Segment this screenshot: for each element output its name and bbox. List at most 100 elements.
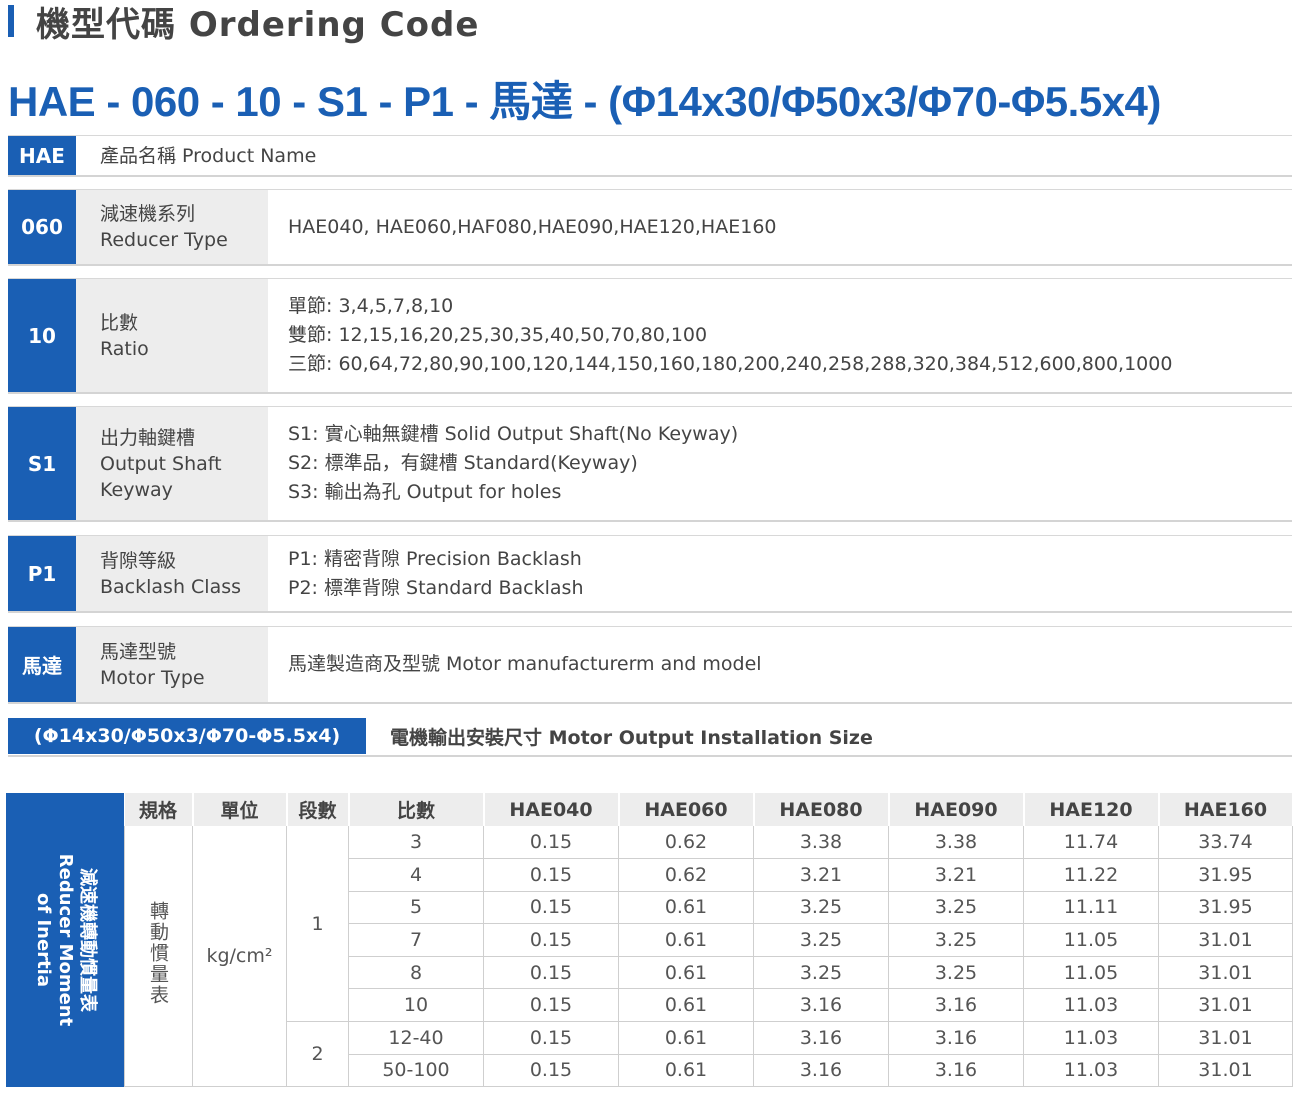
row-label: 比數 Ratio	[76, 279, 268, 392]
table-cell: 0.15	[483, 826, 619, 860]
table-cell: 11.03	[1023, 1054, 1159, 1088]
row-label-line: Ratio	[100, 337, 149, 360]
table-cell: 3.21	[888, 858, 1024, 892]
table-cell: 12-40	[348, 1021, 484, 1055]
row-description: HAE040, HAE060,HAF080,HAE090,HAE120,HAE1…	[268, 190, 1292, 264]
code-row-product-name: HAE 產品名稱 Product Name	[8, 135, 1292, 177]
row-desc-line: 三節: 60,64,72,80,90,100,120,144,150,160,1…	[288, 353, 1173, 375]
row-label-line: Backlash Class	[100, 575, 242, 598]
row-label-line: Reducer Type	[100, 229, 228, 251]
row-desc-line: S1: 實心軸無鍵槽 Solid Output Shaft(No Keyway)	[288, 423, 739, 445]
row-desc-line: 馬達製造商及型號 Motor manufacturerm and model	[288, 653, 762, 675]
table-cell: 0.15	[483, 1021, 619, 1055]
table-cell: 0.61	[618, 923, 754, 957]
table-cell: 11.03	[1023, 988, 1159, 1023]
table-cell: 31.95	[1158, 858, 1293, 892]
row-label: 產品名稱 Product Name	[76, 136, 1292, 175]
table-cell: 31.01	[1158, 1054, 1293, 1088]
table-cell: 33.74	[1158, 826, 1293, 860]
table-cell: 5	[348, 891, 484, 925]
table-cell: 11.11	[1023, 891, 1159, 925]
stage-cell: 1	[286, 826, 349, 1023]
table-cell: 50-100	[348, 1054, 484, 1088]
table-cell: 0.15	[483, 1054, 619, 1088]
header-cell: HAE160	[1158, 793, 1294, 826]
unit-cell: kg/cm²	[192, 826, 287, 1088]
heading-title: 機型代碼 Ordering Code	[36, 4, 480, 45]
table-row: 2 12-40 0.15 0.61 3.16 3.16 11.03 31.01	[125, 1021, 1293, 1088]
header-cell: 單位	[192, 793, 288, 826]
row-description: 馬達製造商及型號 Motor manufacturerm and model	[268, 627, 1292, 702]
header-cell: 比數	[348, 793, 485, 826]
table-cell: 3.25	[888, 891, 1024, 925]
table-cell: 3.16	[753, 1054, 889, 1088]
row-desc-line: HAE040, HAE060,HAF080,HAE090,HAE120,HAE1…	[288, 215, 777, 238]
table-cell: 3.16	[888, 1021, 1024, 1055]
table-cell: 3.16	[888, 1054, 1024, 1088]
row-desc-line: P1: 精密背隙 Precision Backlash	[288, 547, 582, 570]
table-cell: 3.25	[753, 923, 889, 957]
table-cell: 0.15	[483, 923, 619, 957]
table-cell: 0.61	[618, 956, 754, 990]
row-desc-line: S2: 標準品，有鍵槽 Standard(Keyway)	[288, 452, 638, 474]
table-cell: 0.61	[618, 1054, 754, 1088]
header-cell: 段數	[286, 793, 350, 826]
header-cell: HAE090	[888, 793, 1025, 826]
table-cell: 0.15	[483, 891, 619, 925]
row-label-line: 減速機系列	[100, 203, 196, 225]
row-label-line: 背隙等級	[100, 549, 177, 572]
table-cell: 3	[348, 826, 484, 860]
row-desc-line: 雙節: 12,15,16,20,25,30,35,40,50,70,80,100	[288, 324, 708, 346]
table-cell: 3.16	[888, 988, 1024, 1023]
table-cell: 11.03	[1023, 1021, 1159, 1055]
row-description: 單節: 3,4,5,7,8,10 雙節: 12,15,16,20,25,30,3…	[268, 279, 1292, 392]
table-cell: 0.62	[618, 826, 754, 860]
table-cell: 11.05	[1023, 923, 1159, 957]
row-label: 背隙等級 Backlash Class	[76, 536, 268, 611]
code-row-output-shaft: S1 出力軸鍵槽 Output Shaft Keyway S1: 實心軸無鍵槽 …	[8, 406, 1292, 522]
table-cell: 4	[348, 858, 484, 892]
motor-size-code: (Φ14x30/Φ50x3/Φ70-Φ5.5x4)	[8, 718, 366, 754]
motor-size-row: (Φ14x30/Φ50x3/Φ70-Φ5.5x4) 電機輸出安裝尺寸 Motor…	[8, 717, 1292, 757]
table-cell: 0.61	[618, 1021, 754, 1055]
table-cell: 11.05	[1023, 956, 1159, 990]
table-cell: 11.74	[1023, 826, 1159, 860]
table-cell: 31.01	[1158, 956, 1293, 990]
motor-size-label: 電機輸出安裝尺寸 Motor Output Installation Size	[390, 726, 873, 749]
header-cell: HAE080	[753, 793, 890, 826]
table-cell: 3.21	[753, 858, 889, 892]
code-row-reducer-type: 060 減速機系列 Reducer Type HAE040, HAE060,HA…	[8, 189, 1292, 266]
stage-cell: 2	[286, 1021, 349, 1088]
side-title-line: Reducer Moment	[55, 853, 76, 1027]
header-cell: 規格	[124, 793, 194, 826]
table-row: 轉動慣量表 kg/cm² 1 3 0.15 0.62 3.38 3.38 11.…	[124, 826, 1293, 1088]
row-label-line: 產品名稱 Product Name	[100, 144, 317, 167]
table-cell: 31.01	[1158, 1021, 1293, 1055]
table-header-row: 規格 單位 段數 比數 HAE040 HAE060 HAE080 HAE090 …	[124, 793, 1294, 826]
spec-cell: 轉動慣量表	[124, 826, 193, 1088]
code-box: S1	[8, 407, 76, 520]
table-cell: 0.15	[483, 858, 619, 892]
table-cell: 3.25	[888, 923, 1024, 957]
table-cell: 3.38	[753, 826, 889, 860]
table-cell: 0.61	[618, 988, 754, 1023]
table-cell: 0.15	[483, 988, 619, 1023]
code-row-ratio: 10 比數 Ratio 單節: 3,4,5,7,8,10 雙節: 12,15,1…	[8, 278, 1292, 394]
table-cell: 3.38	[888, 826, 1024, 860]
row-label: 減速機系列 Reducer Type	[76, 190, 268, 264]
ordering-code-example: HAE - 060 - 10 - S1 - P1 - 馬達 - (Φ14x30/…	[8, 78, 1161, 125]
table-cell: 0.61	[618, 891, 754, 925]
inertia-table-section: 減速機轉動慣量表 Reducer Moment of Inertia 規格 單位…	[6, 793, 1294, 1088]
table-cell: 7	[348, 923, 484, 957]
row-label: 出力軸鍵槽 Output Shaft Keyway	[76, 407, 268, 520]
row-desc-line: 單節: 3,4,5,7,8,10	[288, 295, 454, 317]
header-cell: HAE040	[483, 793, 620, 826]
side-title-line: of Inertia	[33, 893, 54, 987]
table-cell: 0.62	[618, 858, 754, 892]
table-cell: 11.22	[1023, 858, 1159, 892]
table-cell: 31.95	[1158, 891, 1293, 925]
row-label-line: Output Shaft	[100, 452, 222, 475]
row-label-line: 馬達型號	[100, 640, 177, 663]
row-desc-line: P2: 標準背隙 Standard Backlash	[288, 576, 584, 599]
table-cell: 31.01	[1158, 923, 1293, 957]
